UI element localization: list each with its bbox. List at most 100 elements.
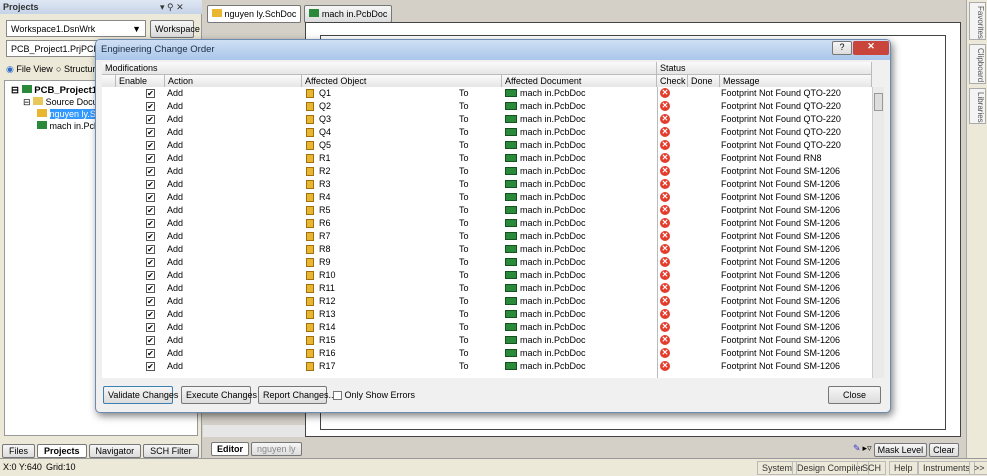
mask-level-button[interactable]: Mask Level <box>873 443 928 457</box>
enable-checkbox[interactable]: ✔ <box>146 193 155 202</box>
validate-changes-button[interactable]: Validate Changes <box>103 386 178 404</box>
table-scrollbar[interactable] <box>872 87 884 378</box>
to-cell: To <box>459 153 469 163</box>
tab-files[interactable]: Files <box>2 444 36 458</box>
tab-favorites[interactable]: Favorites <box>969 2 986 40</box>
tab-projects[interactable]: Projects <box>37 444 87 458</box>
enable-checkbox[interactable]: ✔ <box>146 154 155 163</box>
enable-checkbox[interactable]: ✔ <box>146 245 155 254</box>
panel-controls[interactable]: ▾ ⚲ ✕ <box>160 2 184 13</box>
object-cell: R3 <box>319 179 331 189</box>
table-row[interactable]: ✔ Add R16 To mach in.PcbDoc ✕ Footprint Not Fo… <box>102 347 872 360</box>
filter-icon[interactable]: ▸▿ <box>863 443 872 457</box>
scrollbar-thumb[interactable] <box>874 93 883 111</box>
enable-checkbox[interactable]: ✔ <box>146 232 155 241</box>
object-cell: R9 <box>319 257 331 267</box>
table-row[interactable]: ✔ Add Q5 To mach in.PcbDoc ✕ Footprint Not Fou… <box>102 139 872 152</box>
tab-navigator[interactable]: Navigator <box>88 444 142 458</box>
structure-view-radio[interactable]: ○ Structure <box>56 64 100 74</box>
tab-sch-filter[interactable]: SCH Filter <box>143 444 199 458</box>
table-row[interactable]: ✔ Add Q1 To mach in.PcbDoc ✕ Footprint Not Fou… <box>102 87 872 100</box>
enable-checkbox[interactable]: ✔ <box>146 89 155 98</box>
enable-checkbox[interactable]: ✔ <box>146 297 155 306</box>
to-cell: To <box>459 257 469 267</box>
table-row[interactable]: ✔ Add R7 To mach in.PcbDoc ✕ Footprint Not Fou… <box>102 230 872 243</box>
table-row[interactable]: ✔ Add Q3 To mach in.PcbDoc ✕ Footprint Not Fou… <box>102 113 872 126</box>
enable-checkbox[interactable]: ✔ <box>146 271 155 280</box>
table-row[interactable]: ✔ Add R1 To mach in.PcbDoc ✕ Footprint Not Fou… <box>102 152 872 165</box>
close-icon[interactable]: ✕ <box>853 41 889 55</box>
file-view-radio[interactable]: ◉ File View <box>6 64 53 75</box>
action-cell: Add <box>167 322 184 332</box>
table-row[interactable]: ✔ Add R5 To mach in.PcbDoc ✕ Footprint Not Fou… <box>102 204 872 217</box>
report-changes-button[interactable]: Report Changes... <box>258 386 336 404</box>
to-cell: To <box>459 335 469 345</box>
error-icon: ✕ <box>660 283 670 293</box>
enable-checkbox[interactable]: ✔ <box>146 323 155 332</box>
enable-checkbox[interactable]: ✔ <box>146 219 155 228</box>
clear-button[interactable]: Clear <box>929 443 959 457</box>
pcb-doc-icon <box>505 154 517 162</box>
enable-checkbox[interactable]: ✔ <box>146 310 155 319</box>
table-row[interactable]: ✔ Add R17 To mach in.PcbDoc ✕ Footprint Not Fo… <box>102 360 872 373</box>
to-cell: To <box>459 348 469 358</box>
table-row[interactable]: ✔ Add Q4 To mach in.PcbDoc ✕ Footprint Not Fou… <box>102 126 872 139</box>
component-icon <box>306 258 314 267</box>
enable-checkbox[interactable]: ✔ <box>146 258 155 267</box>
tab-clipboard[interactable]: Clipboard <box>969 44 986 84</box>
sch-button[interactable]: SCH <box>857 461 887 475</box>
panel-tabs: Files Projects Navigator SCH Filter <box>2 444 199 458</box>
more-button[interactable]: >> <box>969 461 987 475</box>
doc-tab-schdoc[interactable]: nguyen ly.SchDoc <box>207 5 302 23</box>
enable-checkbox[interactable]: ✔ <box>146 128 155 137</box>
table-row[interactable]: ✔ Add R9 To mach in.PcbDoc ✕ Footprint Not Fou… <box>102 256 872 269</box>
error-icon: ✕ <box>660 322 670 332</box>
enable-checkbox[interactable]: ✔ <box>146 102 155 111</box>
table-row[interactable]: ✔ Add R14 To mach in.PcbDoc ✕ Footprint Not Fo… <box>102 321 872 334</box>
doc-tab-pcbdoc[interactable]: mach in.PcbDoc <box>304 5 393 23</box>
document-cell: mach in.PcbDoc <box>520 88 586 98</box>
enable-checkbox[interactable]: ✔ <box>146 284 155 293</box>
object-cell: R12 <box>319 296 336 306</box>
table-row[interactable]: ✔ Add R8 To mach in.PcbDoc ✕ Footprint Not Fou… <box>102 243 872 256</box>
table-row[interactable]: ✔ Add R15 To mach in.PcbDoc ✕ Footprint Not Fo… <box>102 334 872 347</box>
table-row[interactable]: ✔ Add R6 To mach in.PcbDoc ✕ Footprint Not Fou… <box>102 217 872 230</box>
enable-checkbox[interactable]: ✔ <box>146 180 155 189</box>
tab-nguyen-ly[interactable]: nguyen ly <box>251 442 302 456</box>
changes-table: ✔ Add Q1 To mach in.PcbDoc ✕ Footprint Not Fou… <box>102 87 872 378</box>
table-row[interactable]: ✔ Add R10 To mach in.PcbDoc ✕ Footprint Not Fo… <box>102 269 872 282</box>
enable-checkbox[interactable]: ✔ <box>146 141 155 150</box>
close-button[interactable]: Close <box>828 386 881 404</box>
eraser-icon[interactable]: ✎ <box>853 443 861 457</box>
table-row[interactable]: ✔ Add R12 To mach in.PcbDoc ✕ Footprint Not Fo… <box>102 295 872 308</box>
action-cell: Add <box>167 127 184 137</box>
object-cell: R16 <box>319 348 336 358</box>
table-row[interactable]: ✔ Add R3 To mach in.PcbDoc ✕ Footprint Not Fou… <box>102 178 872 191</box>
enable-checkbox[interactable]: ✔ <box>146 349 155 358</box>
execute-changes-button[interactable]: Execute Changes <box>181 386 257 404</box>
system-button[interactable]: System <box>757 461 798 475</box>
enable-checkbox[interactable]: ✔ <box>146 362 155 371</box>
tab-libraries[interactable]: Libraries <box>969 88 986 124</box>
filter-bar: ✎ ▸▿ Mask Level Clear <box>853 443 959 457</box>
enable-checkbox[interactable]: ✔ <box>146 115 155 124</box>
action-cell: Add <box>167 231 184 241</box>
help-button[interactable]: ? <box>832 41 852 55</box>
only-show-errors-checkbox[interactable]: Only Show Errors <box>333 390 415 401</box>
workspace-select[interactable]: Workspace1.DsnWrk ▼ <box>6 20 146 37</box>
table-row[interactable]: ✔ Add R2 To mach in.PcbDoc ✕ Footprint Not Fou… <box>102 165 872 178</box>
table-row[interactable]: ✔ Add R13 To mach in.PcbDoc ✕ Footprint Not Fo… <box>102 308 872 321</box>
table-row[interactable]: ✔ Add R11 To mach in.PcbDoc ✕ Footprint Not Fo… <box>102 282 872 295</box>
enable-checkbox[interactable]: ✔ <box>146 206 155 215</box>
message-cell: Footprint Not Found QTO-220 <box>721 127 841 137</box>
enable-checkbox[interactable]: ✔ <box>146 336 155 345</box>
workspace-button[interactable]: Workspace <box>150 20 200 38</box>
enable-checkbox[interactable]: ✔ <box>146 167 155 176</box>
table-row[interactable]: ✔ Add Q2 To mach in.PcbDoc ✕ Footprint Not Fou… <box>102 100 872 113</box>
tab-editor[interactable]: Editor <box>211 442 249 456</box>
table-row[interactable]: ✔ Add R4 To mach in.PcbDoc ✕ Footprint Not Fou… <box>102 191 872 204</box>
help-button[interactable]: Help <box>889 461 918 475</box>
instruments-button[interactable]: Instruments <box>918 461 976 475</box>
grid-readout: Grid:10 <box>46 462 76 472</box>
action-cell: Add <box>167 205 184 215</box>
